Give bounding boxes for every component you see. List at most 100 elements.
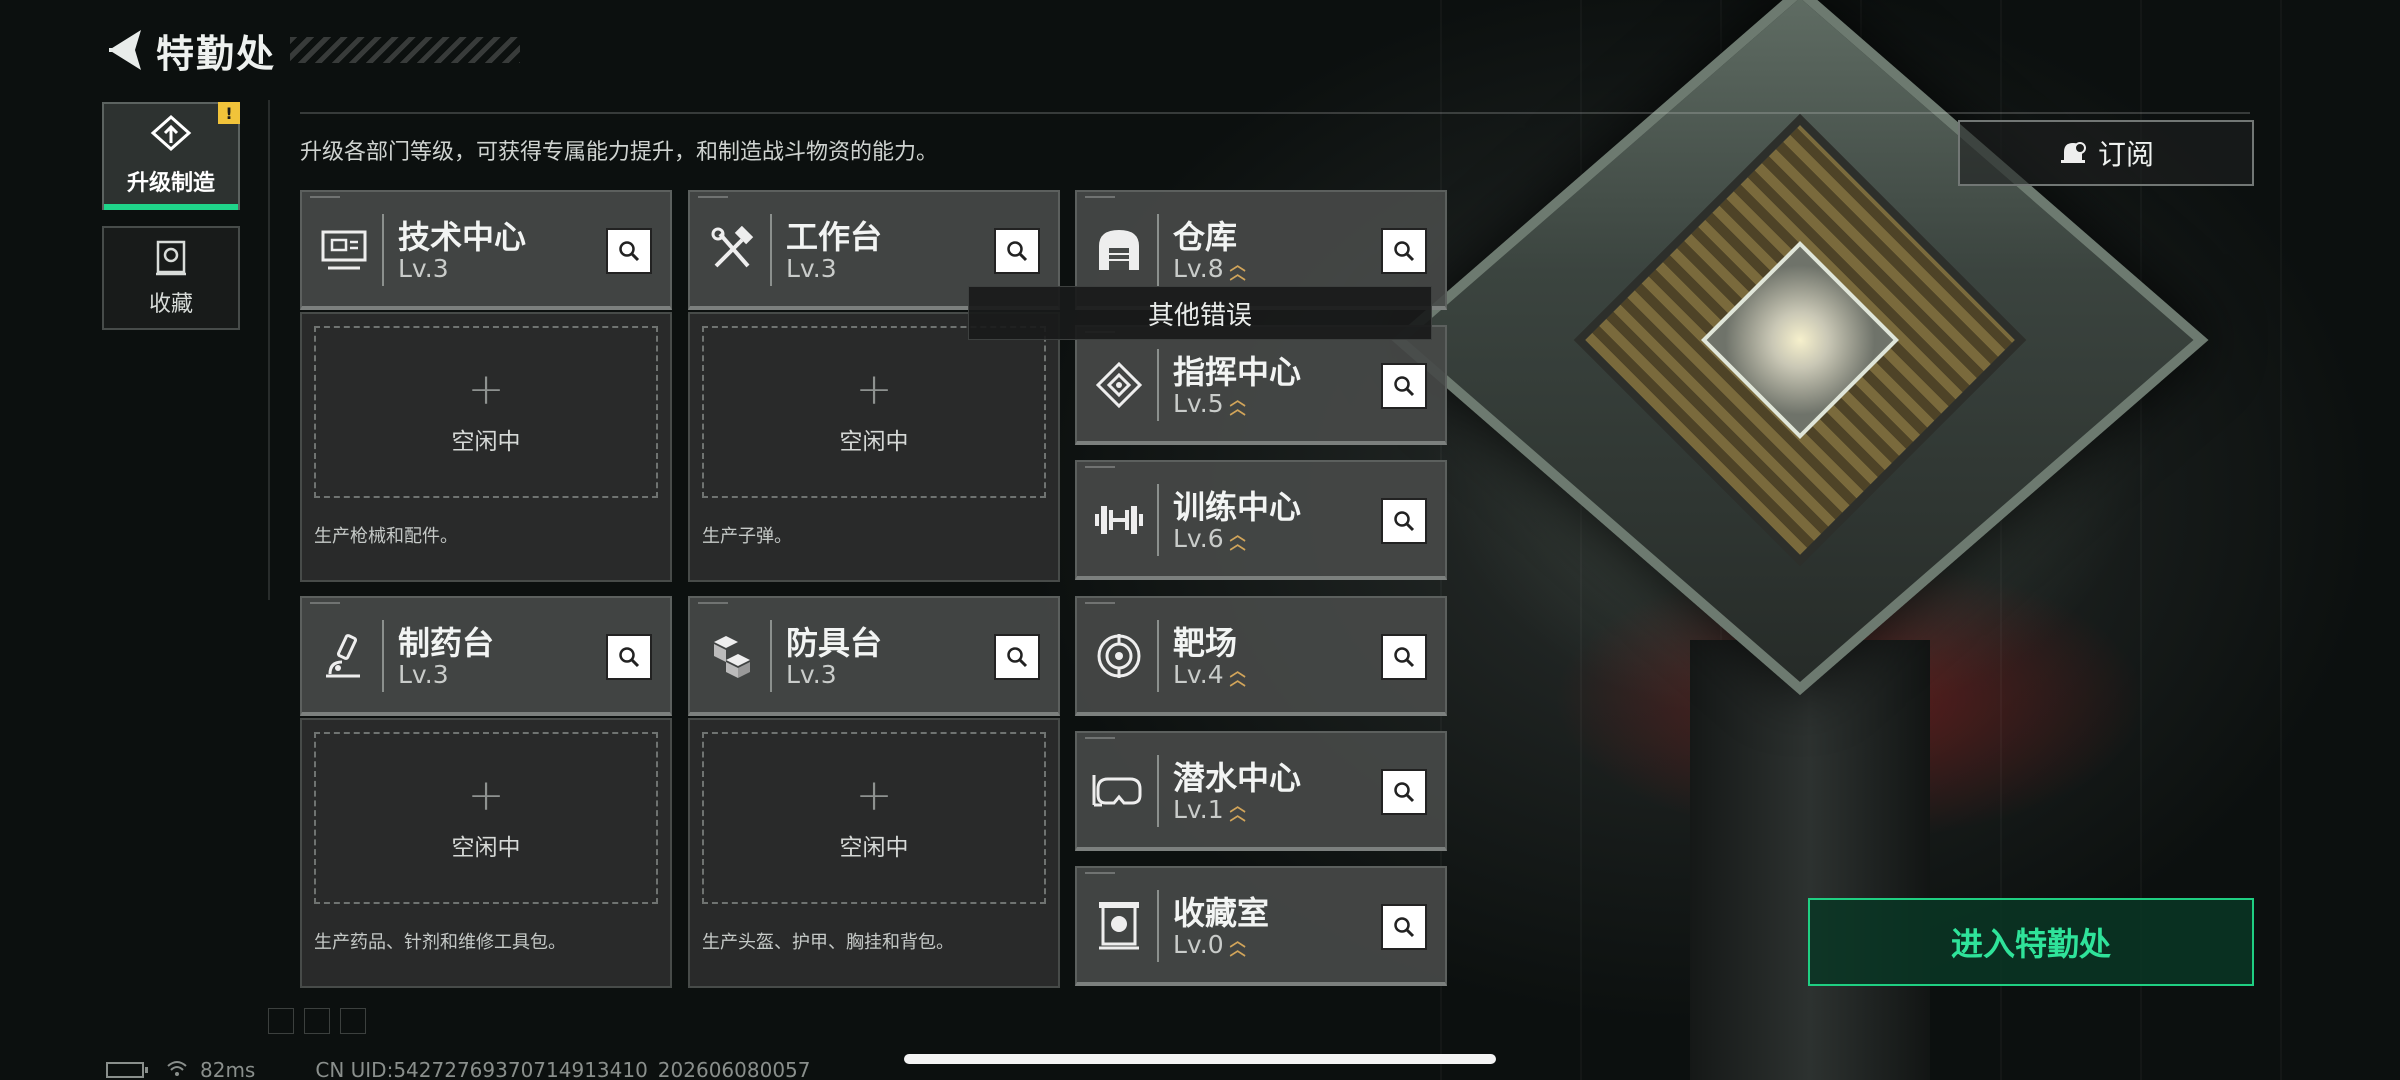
corner-tag xyxy=(310,196,340,198)
production-slot[interactable]: + 空闲中 xyxy=(702,326,1046,498)
production-description: 生产头盔、护甲、胸挂和背包。 xyxy=(702,932,954,953)
inspect-button[interactable] xyxy=(1381,634,1427,680)
facility-card-command-center[interactable]: 指挥中心 Lv.5 ︿ ︿ xyxy=(1075,325,1447,445)
battery-icon xyxy=(106,1062,148,1078)
status-bar: 82ms CN UID:54272769370714913410_2026060… xyxy=(106,1058,811,1080)
divider-line xyxy=(300,112,2250,114)
slot-status: 空闲中 xyxy=(839,835,909,861)
collection-room-icon xyxy=(1091,898,1147,954)
slot-status: 空闲中 xyxy=(839,429,909,455)
collection-icon xyxy=(154,238,188,280)
command-center-icon xyxy=(1091,357,1147,413)
ping-value: 82ms xyxy=(200,1058,256,1080)
facility-level: Lv.3 xyxy=(398,660,449,689)
shooting-range-icon xyxy=(1091,628,1147,684)
facility-card-diving-center[interactable]: 潜水中心 Lv.1 ︿ ︿ xyxy=(1075,731,1447,851)
facility-name: 防具台 xyxy=(786,624,883,662)
workbench-icon xyxy=(704,222,760,278)
error-toast: 其他错误 xyxy=(968,286,1432,340)
add-icon: + xyxy=(855,770,893,821)
search-icon xyxy=(1394,647,1415,668)
facility-card-shooting-range[interactable]: 靶场 Lv.4 ︿ ︿ xyxy=(1075,596,1447,716)
production-slot[interactable]: + 空闲中 xyxy=(314,732,658,904)
search-icon xyxy=(1394,376,1415,397)
facility-card-tech-center[interactable]: 技术中心 Lv.3 xyxy=(300,190,672,310)
facility-name: 潜水中心 xyxy=(1173,759,1302,797)
inspect-button[interactable] xyxy=(606,228,652,274)
production-panel-tech-center: + 空闲中 生产枪械和配件。 xyxy=(300,312,672,582)
inspect-button[interactable] xyxy=(1381,498,1427,544)
slot-status: 空闲中 xyxy=(451,835,521,861)
add-icon: + xyxy=(855,364,893,415)
facility-card-pharmacy[interactable]: 制药台 Lv.3 xyxy=(300,596,672,716)
facility-level: Lv.8 ︿ ︿ xyxy=(1173,254,1246,283)
corner-tag xyxy=(1085,602,1115,604)
enter-special-ops-button[interactable]: 进入特勤处 xyxy=(1808,898,2254,986)
user-uid: CN UID:54272769370714913410_202606080057 xyxy=(315,1058,811,1080)
search-icon xyxy=(1007,647,1028,668)
tab-collection[interactable]: 收藏 xyxy=(102,226,240,330)
facility-name: 收藏室 xyxy=(1173,894,1270,932)
corner-tag xyxy=(310,602,340,604)
search-icon xyxy=(619,647,640,668)
separator xyxy=(382,214,384,286)
corner-tag xyxy=(1085,872,1115,874)
production-description: 生产枪械和配件。 xyxy=(314,526,458,547)
bottom-decoration xyxy=(268,1008,366,1034)
production-slot[interactable]: + 空闲中 xyxy=(702,732,1046,904)
facility-level: Lv.3 xyxy=(786,254,837,283)
upgrade-arrow-icon: ︿ ︿ xyxy=(1229,660,1246,689)
corner-tag xyxy=(1085,737,1115,739)
corner-tag xyxy=(1085,196,1115,198)
facility-card-armor-bench[interactable]: 防具台 Lv.3 xyxy=(688,596,1060,716)
production-description: 生产子弹。 xyxy=(702,526,792,547)
upgrade-arrow-icon: ︿ ︿ xyxy=(1229,524,1246,553)
production-panel-workbench: + 空闲中 生产子弹。 xyxy=(688,312,1060,582)
inspect-button[interactable] xyxy=(994,228,1040,274)
back-arrow-icon[interactable] xyxy=(100,25,150,75)
inspect-button[interactable] xyxy=(1381,228,1427,274)
warning-badge: ! xyxy=(218,102,240,124)
tab-upgrade-build[interactable]: 升级制造 ! xyxy=(102,102,240,210)
inspect-button[interactable] xyxy=(1381,363,1427,409)
cube-pillar xyxy=(1690,640,1930,1080)
search-icon xyxy=(1394,511,1415,532)
separator xyxy=(1157,890,1159,962)
page-header: 特勤处 xyxy=(100,22,521,78)
upgrade-arrow-icon: ︿ ︿ xyxy=(1229,930,1246,959)
separator xyxy=(382,620,384,692)
page-description: 升级各部门等级，可获得专属能力提升，和制造战斗物资的能力。 xyxy=(300,140,939,165)
upgrade-arrow-icon: ︿ ︿ xyxy=(1229,254,1246,283)
corner-tag xyxy=(1085,466,1115,468)
facility-card-collection-room[interactable]: 收藏室 Lv.0 ︿ ︿ xyxy=(1075,866,1447,986)
home-indicator[interactable] xyxy=(904,1054,1496,1064)
title-decoration xyxy=(290,37,521,63)
separator xyxy=(770,620,772,692)
production-panel-armor-bench: + 空闲中 生产头盔、护甲、胸挂和背包。 xyxy=(688,718,1060,988)
separator xyxy=(770,214,772,286)
corner-tag xyxy=(698,602,728,604)
separator xyxy=(1157,620,1159,692)
inspect-button[interactable] xyxy=(1381,904,1427,950)
slot-status: 空闲中 xyxy=(451,429,521,455)
subscribe-button[interactable]: 订阅 xyxy=(1958,120,2254,186)
inspect-button[interactable] xyxy=(606,634,652,680)
facility-name: 技术中心 xyxy=(398,218,527,256)
inspect-button[interactable] xyxy=(1381,769,1427,815)
inspect-button[interactable] xyxy=(994,634,1040,680)
facility-name: 仓库 xyxy=(1173,218,1238,256)
add-icon: + xyxy=(467,364,505,415)
add-icon: + xyxy=(467,770,505,821)
separator xyxy=(1157,214,1159,286)
facility-level: Lv.3 xyxy=(398,254,449,283)
facility-level: Lv.0 ︿ ︿ xyxy=(1173,930,1246,959)
facility-name: 工作台 xyxy=(786,218,883,256)
page-title: 特勤处 xyxy=(156,31,277,76)
production-slot[interactable]: + 空闲中 xyxy=(314,326,658,498)
facility-name: 训练中心 xyxy=(1173,488,1302,526)
facility-name: 指挥中心 xyxy=(1173,353,1302,391)
upgrade-arrow-icon: ︿ ︿ xyxy=(1229,389,1246,418)
facility-card-training-center[interactable]: 训练中心 Lv.6 ︿ ︿ xyxy=(1075,460,1447,580)
facility-level: Lv.6 ︿ ︿ xyxy=(1173,524,1246,553)
active-indicator xyxy=(104,204,238,210)
